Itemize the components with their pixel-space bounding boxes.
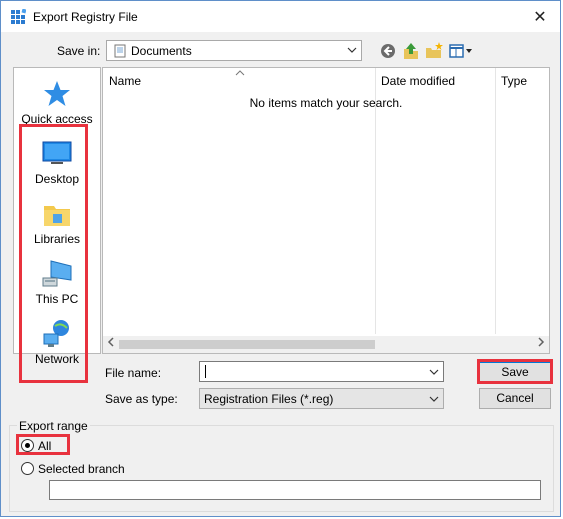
text-caret (205, 365, 206, 378)
places-bar: Quick access Desktop Libraries This PC N… (13, 67, 101, 366)
scrollbar-thumb[interactable] (119, 340, 375, 349)
view-menu-icon[interactable] (448, 41, 474, 61)
network-icon (41, 318, 73, 350)
place-label: Libraries (33, 232, 81, 246)
radio-all[interactable] (21, 439, 34, 452)
file-name-input[interactable] (199, 361, 444, 382)
place-label: Network (34, 352, 79, 366)
export-range-title: Export range (17, 419, 90, 433)
back-icon[interactable] (379, 41, 401, 61)
save-as-type-label: Save as type: (105, 392, 178, 406)
file-name-label: File name: (105, 366, 162, 380)
column-header-date-modified[interactable]: Date modified (381, 74, 455, 88)
save-in-dropdown[interactable]: Documents (106, 40, 362, 61)
place-label: Desktop (34, 172, 80, 186)
place-libraries[interactable]: Libraries (14, 198, 100, 246)
radio-selected-branch-label[interactable]: Selected branch (38, 462, 125, 476)
save-as-type-value: Registration Files (*.reg) (204, 392, 334, 406)
column-header-type[interactable]: Type (501, 74, 527, 88)
place-label: This PC (35, 292, 79, 306)
close-icon[interactable]: ✕ (520, 1, 560, 32)
radio-selected-branch[interactable] (21, 462, 34, 475)
place-network[interactable]: Network (14, 318, 100, 366)
place-this-pc[interactable]: This PC (14, 258, 100, 306)
title-bar: Export Registry File ✕ (1, 1, 560, 32)
radio-all-label[interactable]: All (38, 439, 51, 453)
star-icon (41, 78, 73, 110)
chevron-down-icon (347, 43, 357, 60)
documents-folder-icon (113, 44, 127, 61)
place-label: Quick access (21, 112, 93, 126)
chevron-down-icon (429, 392, 439, 409)
export-registry-dialog: Export Registry File ✕ Save in: Document… (0, 0, 561, 517)
horizontal-scrollbar[interactable] (103, 336, 549, 353)
empty-message: No items match your search. (249, 96, 403, 110)
file-list[interactable]: Name Date modified Type No items match y… (102, 67, 550, 354)
place-desktop[interactable]: Desktop (14, 138, 100, 186)
save-in-value: Documents (131, 44, 192, 58)
column-header-name[interactable]: Name (109, 74, 141, 88)
up-folder-icon[interactable] (401, 41, 423, 61)
cancel-button[interactable]: Cancel (479, 388, 551, 409)
sort-ascending-icon (235, 68, 245, 78)
selected-branch-input[interactable] (49, 480, 541, 500)
desktop-icon (41, 138, 73, 170)
chevron-down-icon[interactable] (429, 365, 439, 382)
libraries-icon (41, 198, 73, 230)
computer-icon (41, 258, 73, 290)
scroll-right-icon[interactable] (537, 337, 545, 350)
registry-icon (10, 8, 27, 25)
window-title: Export Registry File (33, 10, 138, 24)
place-quick-access[interactable]: Quick access (14, 78, 100, 126)
save-button[interactable]: Save (479, 362, 551, 383)
save-as-type-dropdown[interactable]: Registration Files (*.reg) (199, 388, 444, 409)
new-folder-icon[interactable] (424, 41, 446, 61)
save-in-label: Save in: (57, 44, 101, 58)
scroll-left-icon[interactable] (107, 337, 115, 350)
